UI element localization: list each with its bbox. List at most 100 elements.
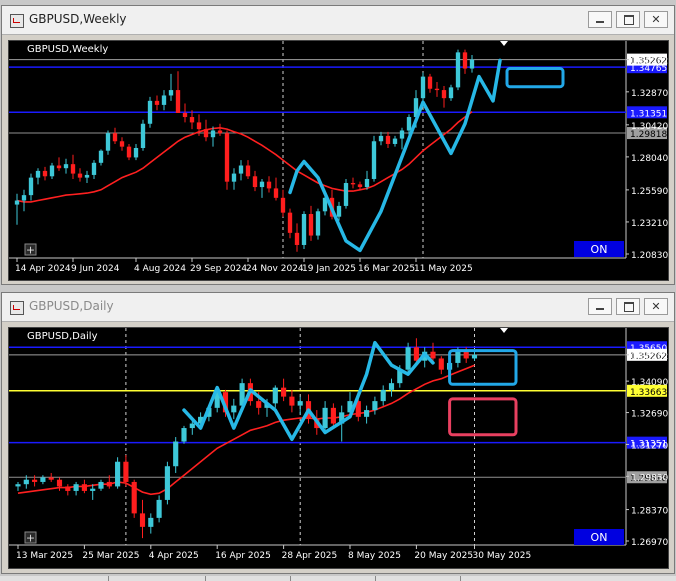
candle-body [164, 466, 170, 500]
candle-body [231, 405, 237, 413]
candle [56, 477, 63, 491]
candle [133, 143, 139, 161]
candle-body [112, 133, 118, 142]
candle [357, 181, 363, 190]
chart-symbol-label: GBPUSD,Weekly [27, 44, 108, 55]
candle-body [385, 135, 391, 144]
candle [203, 119, 209, 142]
candle [35, 168, 41, 185]
candle-body [42, 170, 48, 177]
candle-body [189, 423, 195, 429]
time-tick-label: 4 Apr 2025 [149, 551, 199, 561]
maximize-button[interactable] [616, 11, 640, 28]
candle-body [308, 213, 314, 236]
candle [301, 211, 307, 250]
candle-body [301, 213, 307, 245]
candle-body [266, 181, 272, 189]
candle [40, 475, 46, 485]
candle [427, 73, 433, 93]
price-level-value: 1.31351 [630, 109, 667, 119]
price-tick-label: 1.35262 [631, 57, 668, 67]
candle-body [364, 410, 370, 417]
close-button[interactable]: ✕ [644, 11, 668, 28]
wave-pattern-drawing[interactable] [288, 58, 502, 253]
chart-canvas[interactable]: 1.356501.336631.313511.298181.352621.352… [9, 328, 668, 568]
candle-body [156, 499, 162, 518]
candle-body [272, 387, 278, 404]
candle-body [252, 176, 258, 188]
candle [281, 378, 287, 402]
time-tick-label: 14 Apr 2024 [15, 264, 71, 274]
candle [154, 95, 160, 111]
candle-body [98, 150, 104, 163]
candle [182, 103, 188, 123]
candle [308, 205, 314, 241]
candle [63, 158, 69, 174]
candle [73, 481, 79, 496]
close-button[interactable]: ✕ [644, 298, 668, 315]
price-chart[interactable]: 1.34765 1.31351 1.29818 1.35262 1.35262 1.328… [8, 40, 669, 281]
candle [399, 127, 405, 150]
candle-body [405, 347, 411, 370]
price-tick-label: 1.32870 [631, 89, 668, 99]
window-titlebar[interactable]: GBPUSD,Weekly ✕ [2, 6, 674, 35]
on-badge-label: ON [591, 243, 608, 256]
candle [164, 461, 170, 505]
candle-body [21, 195, 27, 201]
window-titlebar[interactable]: GBPUSD,Daily ✕ [2, 293, 674, 322]
candle-body [70, 164, 76, 174]
candle-body [469, 59, 475, 69]
candle [388, 378, 395, 397]
candle [448, 84, 454, 101]
candle-body [28, 177, 34, 196]
candle-body [65, 486, 71, 491]
candle [371, 135, 377, 182]
moving-average-line [17, 364, 475, 496]
target-zone-box[interactable] [505, 67, 565, 89]
candle-body [231, 173, 237, 182]
price-chart[interactable]: 1.356501.336631.313511.298181.352621.352… [8, 327, 669, 569]
candle-body [413, 347, 419, 361]
plus-icon: + [26, 532, 35, 545]
candle [380, 385, 386, 406]
candle [156, 495, 162, 523]
candle-body [14, 200, 20, 205]
candle-body [105, 133, 111, 151]
candle-body [350, 183, 356, 185]
status-divider [205, 576, 206, 581]
candle-body [182, 112, 188, 118]
price-level-value: 1.33663 [630, 388, 667, 398]
shift-marker-icon [500, 328, 508, 333]
minimize-button[interactable] [588, 11, 612, 28]
candle-body [315, 211, 321, 236]
candle [42, 166, 48, 181]
candle-body [168, 90, 174, 96]
candle-body [441, 90, 447, 99]
chart-window-weekly[interactable]: GBPUSD,Weekly ✕ 1.34765 1.31351 1.29818 1.3… [1, 5, 675, 285]
chart-canvas[interactable]: 1.347651.313511.298181.352621.352621.328… [9, 41, 668, 280]
candle-body [471, 354, 478, 359]
candle-body [131, 481, 137, 514]
chart-window-daily[interactable]: GBPUSD,Daily ✕ 1.356501.336631.313511.29… [1, 292, 675, 574]
candle-body [32, 479, 38, 482]
time-tick-label: 25 Mar 2025 [82, 551, 139, 561]
candle-body [161, 95, 167, 105]
candle [259, 178, 265, 198]
window-title: GBPUSD,Weekly [29, 12, 127, 26]
status-divider [375, 576, 376, 581]
candle-body [448, 87, 454, 99]
candle [112, 127, 118, 144]
price-tick-label: 1.30420 [631, 122, 668, 132]
candle [441, 86, 447, 108]
candle [65, 484, 71, 496]
candle [98, 149, 104, 166]
time-tick-label: 13 Mar 2025 [16, 551, 73, 561]
maximize-button[interactable] [616, 298, 640, 315]
minimize-button[interactable] [588, 298, 612, 315]
time-tick-label: 8 May 2025 [348, 551, 401, 561]
maximize-icon [624, 15, 634, 25]
candle [119, 137, 125, 151]
target-zone-box[interactable] [448, 397, 518, 437]
candle-body [256, 401, 262, 408]
candle-body [434, 88, 440, 91]
